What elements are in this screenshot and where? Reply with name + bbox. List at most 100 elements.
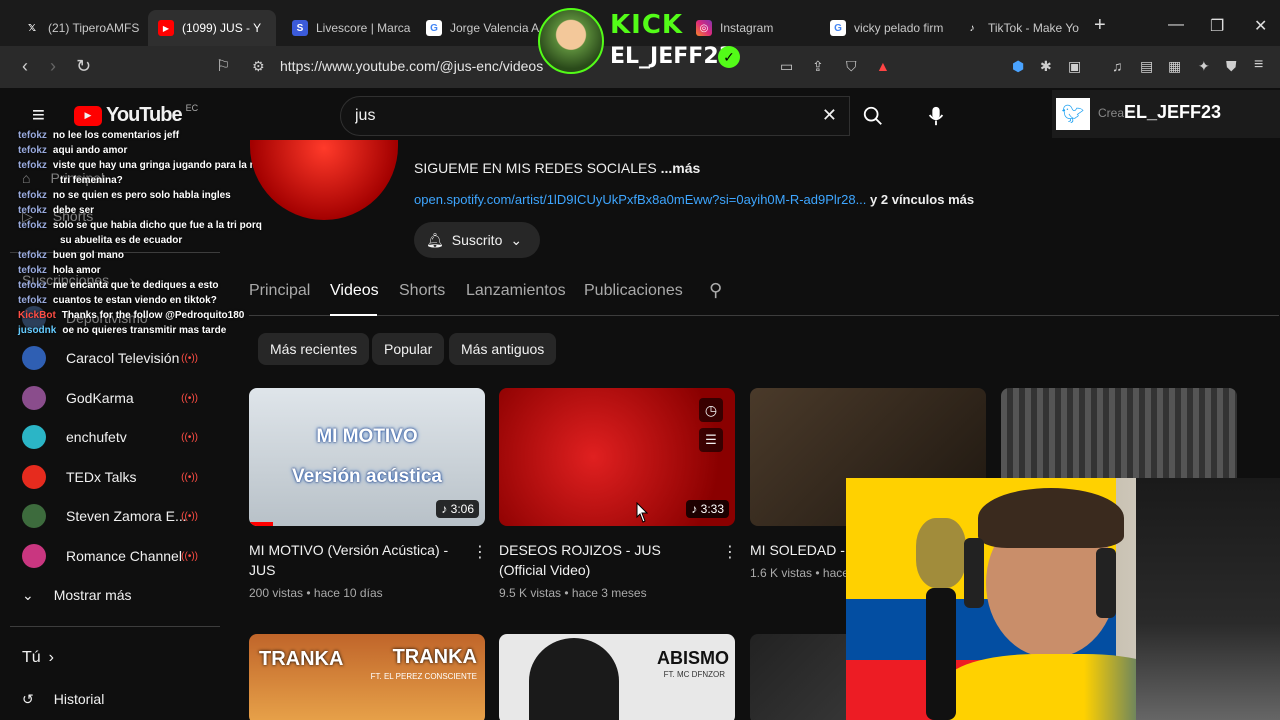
more-link[interactable]: ...más [661,160,701,176]
browser-tab-livescore[interactable]: S Livescore | Marca [282,10,412,46]
share-icon[interactable]: ⇪ [812,58,824,75]
url-field[interactable]: https://www.youtube.com/@jus-enc/videos [280,58,543,74]
subscribe-button[interactable]: 🔔︎ Suscrito ⌄ [414,222,540,258]
tab-shorts[interactable]: Shorts [399,282,445,300]
sidebar-item-history[interactable]: ↺ Historial [22,681,222,717]
sidebar-item-godkarma[interactable]: GodKarma ((•)) [22,380,222,416]
browser-tab-google[interactable]: G Jorge Valencia Ar [416,10,540,46]
screenshot-icon[interactable]: ▣ [1068,58,1081,75]
chat-username: tefokz [18,190,47,201]
duration-value: 3:06 [450,502,474,516]
watch-progress [249,522,273,526]
puzzle-icon[interactable]: ✱ [1040,58,1052,75]
sidebar-you-header[interactable]: Tú › [22,640,222,676]
new-tab-button[interactable]: + [1094,14,1106,37]
video-title[interactable]: MI MOTIVO (Versión Acústica) - JUS [249,540,459,580]
window-close-button[interactable]: ✕ [1254,16,1267,36]
chat-text: no se quien es pero solo habla ingles [52,190,231,201]
chat-message: tefokz me encanta que te dediques a esto [18,278,268,293]
brave-shield-icon[interactable]: ⛉ [846,58,857,75]
channel-avatar [22,465,46,489]
add-to-queue-icon[interactable]: ☰ [699,428,723,452]
video-thumbnail[interactable]: TRANKA TRANKA FT. EL PEREZ CONSCIENTE [249,634,485,720]
chip-popular[interactable]: Popular [372,333,445,365]
video-thumbnail[interactable]: ABISMO FT. MC DFNZOR [499,634,735,720]
vpn-icon[interactable]: ⛊ [1226,58,1237,75]
restore-button[interactable]: ❐ [1210,16,1224,36]
bookmark-icon[interactable]: ⚐ [216,56,230,76]
channel-description: SIGUEME EN MIS REDES SOCIALES ...más [414,160,700,176]
sidebar-item-tedx[interactable]: TEDx Talks ((•)) [22,459,222,495]
chat-message: tri femenina? [18,173,268,188]
tab-principal[interactable]: Principal [249,282,310,300]
search-input[interactable] [355,107,795,125]
channel-links: open.spotify.com/artist/1lD9ICUyUkPxfBx8… [414,192,974,207]
video-meta: 200 vistas • hace 10 días [249,586,383,600]
back-icon[interactable]: ‹ [22,56,28,77]
video-title[interactable]: DESEOS ROJIZOS - JUS (Official Video) [499,540,709,580]
browser-tab-google-2[interactable]: G vicky pelado firm [820,10,950,46]
hamburger-menu-icon[interactable]: ≡ [32,102,45,128]
voice-search-button[interactable] [916,96,956,136]
sidebar-item-enchufetv[interactable]: enchufetv ((•)) [22,419,222,455]
browser-tab-youtube[interactable]: ▶ (1099) JUS - Y ✕ [148,10,276,46]
video-thumbnail[interactable]: ◷ ☰ ♪ 3:33 [499,388,735,526]
chat-message: jusodnk oe no quieres transmitir mas tard… [18,323,268,338]
video-duration: ♪ 3:06 [436,500,479,518]
live-indicator-icon: ((•)) [181,471,198,483]
site-info-icon[interactable]: ⚙ [252,58,265,75]
menu-icon[interactable]: ≡ [1254,56,1263,74]
video-thumbnail[interactable]: MI MOTIVO Versión acústica ♪ 3:06 [249,388,485,526]
streamer-hair [978,488,1124,548]
thumbnail-text: TRANKA [392,646,477,668]
search-button[interactable] [850,96,896,136]
chat-username: tefokz [18,295,47,306]
extension-icon[interactable]: ⬢ [1012,58,1024,75]
tab-videos[interactable]: Videos [330,282,379,300]
chat-message: tefokz debe ser [18,203,268,218]
music-icon[interactable]: ♫ [1112,58,1123,74]
browser-tab-tiktok[interactable]: ♪ TikTok - Make Yo [954,10,1086,46]
sidebar-item-caracol[interactable]: Caracol Televisión ((•)) [22,340,222,376]
chip-recent[interactable]: Más recientes [258,333,370,365]
more-options-icon[interactable]: ⋮ [472,542,488,562]
reload-icon[interactable]: ↻ [76,56,91,77]
sidebar-item-label: Historial [53,691,105,707]
sidebar-item-romance[interactable]: Romance Channel ((•)) [22,538,222,574]
chat-text: debe ser [52,205,95,216]
youtube-logo[interactable]: ▶ YouTube EC [74,103,198,127]
cast-icon[interactable]: ▭ [780,58,793,75]
wallet-icon[interactable]: ▦ [1168,58,1181,75]
forward-icon[interactable]: › [50,56,56,77]
thumbnail-text: TRANKA [259,648,344,670]
close-tab-icon[interactable]: ✕ [275,20,276,37]
chat-username: tefokz [18,220,47,231]
chat-text: viste que hay una gringa jugando para la… [52,160,259,171]
browser-tab-x[interactable]: 𝕏 (21) TiperoAMFS [14,10,144,46]
more-options-icon[interactable]: ⋮ [722,542,738,562]
sidebar-toggle-icon[interactable]: ▤ [1140,58,1153,75]
thumbnail-text: ABISMO [657,648,729,668]
active-tab-indicator [330,314,377,316]
clear-search-icon[interactable]: ✕ [822,105,837,126]
you-label: Tú [22,649,41,666]
chip-oldest[interactable]: Más antiguos [449,333,557,365]
tab-label: Livescore | Marca [316,21,411,35]
spotify-link[interactable]: open.spotify.com/artist/1lD9ICUyUkPxfBx8… [414,192,866,207]
more-links[interactable]: y 2 vínculos más [870,192,974,207]
microphone-icon [926,588,956,720]
leo-icon[interactable]: ✦ [1198,58,1210,75]
sidebar-show-more[interactable]: ⌄ Mostrar más [22,577,222,613]
channel-search-icon[interactable]: ⚲ [709,280,722,301]
chat-message: tefokz cuantos te estan viendo en tiktok? [18,293,268,308]
rewards-icon[interactable]: ▲ [876,58,890,74]
minimize-button[interactable]: — [1168,16,1184,34]
tab-publicaciones[interactable]: Publicaciones [584,282,683,300]
tab-lanzamientos[interactable]: Lanzamientos [466,282,566,300]
channel-avatar [22,425,46,449]
live-indicator-icon: ((•)) [181,392,198,404]
chat-message: tefokz hola amor [18,263,268,278]
sidebar-item-label: enchufetv [66,429,127,445]
sidebar-item-steven-zamora[interactable]: Steven Zamora E... ((•)) [22,498,222,534]
watch-later-icon[interactable]: ◷ [699,398,723,422]
